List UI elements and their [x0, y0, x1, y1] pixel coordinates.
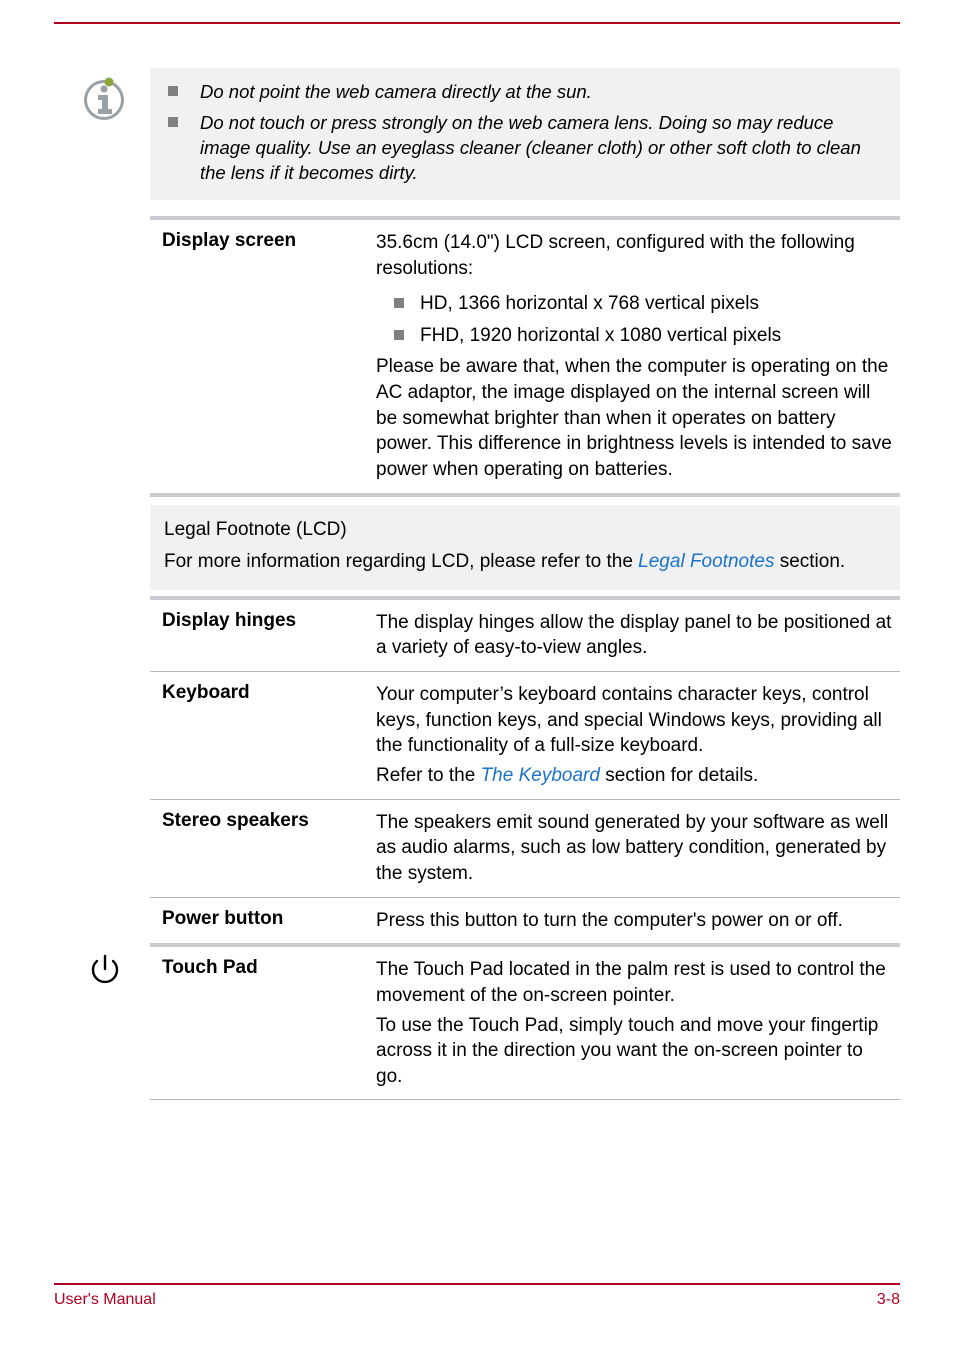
power-text: Press this button to turn the computer's…	[376, 908, 892, 934]
square-bullet-icon	[394, 298, 404, 308]
keyboard-ref: Refer to the The Keyboard section for de…	[376, 763, 892, 789]
square-bullet-icon	[168, 117, 178, 127]
row-label-stereo-speakers: Stereo speakers	[150, 799, 376, 897]
resolution-item: HD, 1366 horizontal x 768 vertical pixel…	[394, 291, 892, 317]
resolution-text: FHD, 1920 horizontal x 1080 vertical pix…	[420, 323, 781, 349]
touchpad-text-2: To use the Touch Pad, simply touch and m…	[376, 1013, 892, 1090]
display-screen-note: Please be aware that, when the computer …	[376, 354, 892, 482]
legal-footnote-box: Legal Footnote (LCD) For more informatio…	[150, 505, 900, 590]
note-box: Do not point the web camera directly at …	[150, 68, 900, 200]
keyboard-text: Your computer’s keyboard contains charac…	[376, 682, 892, 759]
keyboard-ref-pre: Refer to the	[376, 765, 481, 786]
note-item: Do not touch or press strongly on the we…	[168, 111, 882, 186]
row-label-display-screen: Display screen	[150, 220, 376, 495]
display-screen-intro: 35.6cm (14.0") LCD screen, configured wi…	[376, 230, 892, 281]
square-bullet-icon	[168, 86, 178, 96]
legal-pre: For more information regarding LCD, plea…	[164, 551, 638, 572]
legal-body: For more information regarding LCD, plea…	[164, 549, 886, 576]
footer-left: User's Manual	[54, 1291, 156, 1309]
bottom-rule	[54, 1283, 900, 1285]
row-label-display-hinges: Display hinges	[150, 600, 376, 672]
page-footer: User's Manual 3-8	[54, 1283, 900, 1309]
stereo-text: The speakers emit sound generated by you…	[376, 810, 892, 887]
resolution-item: FHD, 1920 horizontal x 1080 vertical pix…	[394, 323, 892, 349]
keyboard-ref-post: section for details.	[600, 765, 758, 786]
legal-heading: Legal Footnote (LCD)	[164, 517, 886, 544]
resolution-text: HD, 1366 horizontal x 768 vertical pixel…	[420, 291, 759, 317]
legal-post: section.	[774, 551, 845, 572]
note-item: Do not point the web camera directly at …	[168, 80, 882, 105]
spec-table-rest: Display hinges The display hinges allow …	[150, 596, 900, 1101]
legal-footnotes-link[interactable]: Legal Footnotes	[638, 551, 774, 572]
the-keyboard-link[interactable]: The Keyboard	[481, 765, 600, 786]
row-label-touch-pad: Touch Pad	[150, 945, 376, 1100]
square-bullet-icon	[394, 330, 404, 340]
power-icon	[88, 952, 122, 986]
top-rule	[54, 22, 900, 24]
footer-right: 3-8	[877, 1291, 900, 1309]
spec-table-display: Display screen 35.6cm (14.0") LCD screen…	[150, 216, 900, 497]
row-label-keyboard: Keyboard	[150, 672, 376, 800]
note-text: Do not touch or press strongly on the we…	[200, 111, 882, 186]
info-icon	[80, 76, 128, 124]
note-text: Do not point the web camera directly at …	[200, 80, 592, 105]
touchpad-text-1: The Touch Pad located in the palm rest i…	[376, 957, 892, 1008]
display-hinges-text: The display hinges allow the display pan…	[376, 610, 892, 661]
row-label-power-button: Power button	[150, 897, 376, 945]
